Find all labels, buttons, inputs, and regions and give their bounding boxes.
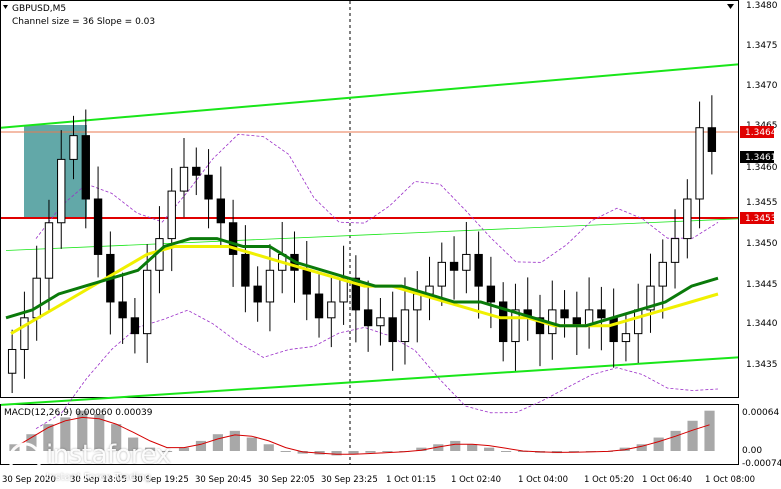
candle-body [142, 269, 152, 335]
price-marker-label: 1.3453 [745, 214, 777, 224]
candle-body [695, 127, 704, 200]
y-tick-label: 1.3435 [746, 360, 778, 370]
y-tick-label: 1.3480 [746, 1, 778, 11]
x-tick-label: 1 Oct 05:20 [584, 475, 634, 485]
candle-body [609, 317, 618, 343]
y-tick-label: 1.3440 [746, 319, 778, 329]
candle-body [314, 293, 324, 319]
macd-hist-bar [212, 434, 223, 451]
candle-body [707, 127, 717, 152]
candle-body [302, 269, 311, 295]
macd-axis-label: -0.00074 [742, 459, 781, 469]
candle-body [241, 253, 250, 287]
macd-hist-bar [484, 447, 495, 451]
candle-body [265, 269, 275, 303]
candle-body [192, 166, 201, 176]
candle-body [179, 166, 189, 192]
candle-body [683, 198, 692, 240]
candle-body [69, 135, 78, 160]
watermark-logo: instaforex Instant Forex Trading [8, 440, 188, 486]
y-tick-label: 1.3470 [746, 81, 778, 91]
y-tick-label: 1.3475 [746, 41, 778, 51]
macd-hist-bar [687, 420, 698, 451]
candle-body [597, 309, 606, 319]
candle-body [560, 309, 569, 319]
candle-body [7, 348, 17, 374]
price-marker-label: 1.3464 [745, 128, 777, 138]
macd-hist-bar [263, 444, 274, 451]
macd-hist-bar [365, 451, 376, 453]
x-tick-label: 1 Oct 04:00 [518, 475, 568, 485]
candle-body [474, 253, 483, 287]
candle-body [44, 222, 54, 279]
candle-body [388, 317, 397, 343]
x-tick-label: 1 Oct 08:00 [705, 475, 755, 485]
candle-body [118, 301, 127, 319]
x-tick-label: 1 Oct 01:15 [386, 475, 436, 485]
x-tick-label: 30 Sep 23:25 [321, 475, 378, 485]
candle-body [57, 158, 66, 224]
macd-hist-bar [704, 410, 715, 451]
watermark-tagline: Instant Forex Trading [46, 472, 152, 483]
candle-body [400, 309, 410, 343]
candle-body [363, 309, 373, 327]
macd-hist-bar [246, 437, 257, 451]
macd-hist-bar [670, 430, 681, 451]
candle-body [437, 261, 446, 287]
candle-body [253, 285, 262, 303]
candle-body [376, 317, 385, 327]
candle-body [32, 277, 41, 319]
candle-body [449, 261, 459, 271]
macd-hist-bar [501, 451, 512, 452]
macd-axis-label: 0.00064 [742, 408, 779, 418]
candle-body [130, 317, 140, 335]
y-tick-label: 1.3450 [746, 239, 778, 249]
macd-hist-bar [382, 451, 393, 452]
candle-body [621, 333, 631, 343]
price-marker-label: 1.3461 [745, 153, 777, 163]
macd-hist-bar [653, 437, 664, 451]
candle-body [634, 309, 643, 335]
macd-hist-bar [195, 440, 207, 451]
candle-body [670, 238, 680, 263]
candle-body [327, 301, 336, 319]
candle-body [167, 190, 176, 240]
price-axis: 1.3480 1.3475 1.3470 1.3465 1.3460 1.345… [746, 1, 778, 370]
candle-body [216, 198, 226, 224]
macd-hist-bar [331, 451, 342, 456]
channel-info-label: Channel size = 36 Slope = 0.03 [12, 17, 156, 27]
chart-symbol-label: GBPUSD,M5 [12, 4, 67, 14]
macd-hist-bar [280, 451, 291, 452]
candle-body [658, 261, 667, 287]
candle-body [93, 198, 103, 255]
x-tick-label: 30 Sep 22:05 [258, 475, 315, 485]
macd-axis: 0.00064 0.00 -0.00074 [742, 408, 781, 469]
candle-body [486, 285, 496, 303]
macd-label: MACD(12,26,9) 0.00060 0.00039 [4, 408, 153, 418]
candle-body [20, 317, 29, 350]
candle-body [204, 174, 213, 200]
instaforex-logo-icon [8, 442, 42, 476]
macd-hist-bar [450, 440, 461, 451]
x-tick-label: 1 Oct 06:40 [642, 475, 692, 485]
candle-body [81, 135, 90, 200]
candle-body [413, 293, 422, 311]
watermark-brand: instaforex [46, 440, 171, 470]
candle-body [462, 253, 471, 271]
macd-hist-bar [467, 444, 478, 451]
macd-axis-label: 0.00 [742, 446, 762, 456]
x-tick-label: 1 Oct 02:40 [451, 475, 501, 485]
y-tick-label: 1.3445 [746, 280, 778, 290]
macd-hist-bar [229, 430, 240, 451]
x-tick-label: 30 Sep 20:45 [195, 475, 252, 485]
y-tick-label: 1.3460 [746, 163, 778, 173]
y-tick-label: 1.3455 [746, 198, 778, 208]
